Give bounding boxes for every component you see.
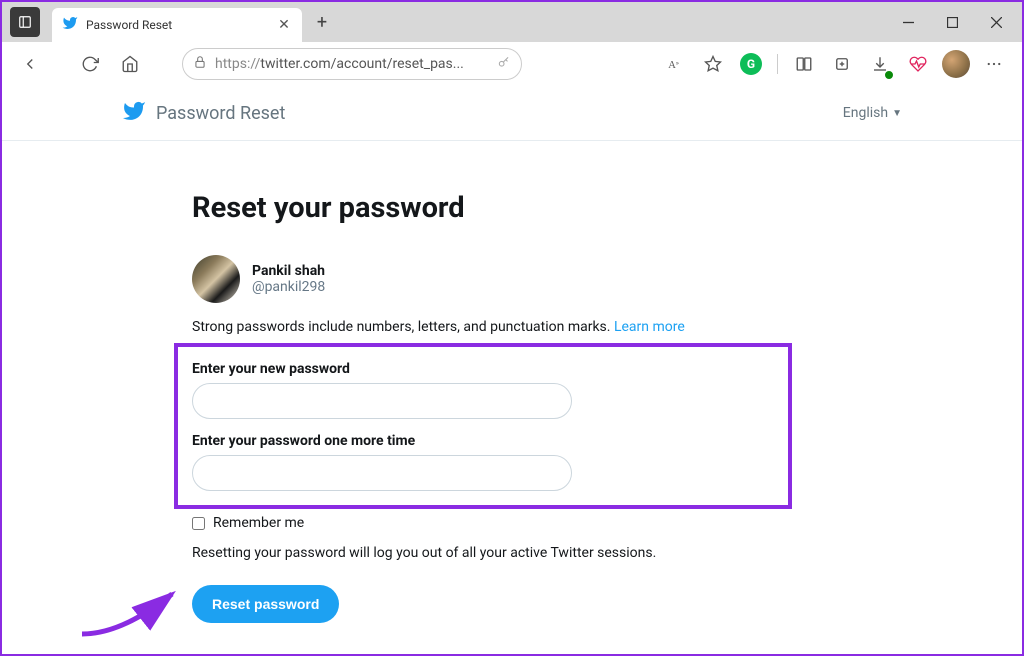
new-password-input[interactable]: [192, 383, 572, 419]
svg-text:»: »: [676, 58, 679, 66]
browser-tab-active[interactable]: Password Reset ✕: [52, 8, 302, 42]
user-handle: @pankil298: [252, 279, 325, 295]
read-aloud-button[interactable]: A»: [657, 46, 693, 82]
user-display-name: Pankil shah: [252, 263, 325, 279]
browser-toolbar: https://twitter.com/account/reset_pas...…: [2, 42, 1022, 86]
tab-title: Password Reset: [86, 18, 268, 32]
learn-more-link[interactable]: Learn more: [614, 319, 685, 335]
new-tab-button[interactable]: +: [306, 6, 338, 38]
annotation-arrow: [72, 574, 182, 644]
main-content: Reset your password Pankil shah @pankil2…: [192, 141, 832, 623]
favorites-button[interactable]: [695, 46, 731, 82]
new-password-label: Enter your new password: [192, 361, 774, 377]
user-avatar: [192, 255, 240, 303]
header-title: Password Reset: [156, 103, 285, 124]
confirm-password-input[interactable]: [192, 455, 572, 491]
session-note: Resetting your password will log you out…: [192, 545, 832, 561]
chevron-down-icon: ▼: [892, 108, 902, 119]
password-hint: Strong passwords include numbers, letter…: [192, 319, 832, 335]
key-icon[interactable]: [497, 54, 511, 73]
more-menu-button[interactable]: [976, 46, 1012, 82]
grammarly-icon[interactable]: G: [733, 46, 769, 82]
language-selector[interactable]: English ▼: [843, 105, 902, 121]
window-maximize-button[interactable]: [930, 6, 974, 38]
user-info: Pankil shah @pankil298: [192, 255, 832, 303]
health-icon[interactable]: [900, 46, 936, 82]
home-button[interactable]: [112, 46, 148, 82]
separator: [777, 54, 778, 74]
twitter-icon: [62, 15, 78, 35]
annotation-highlight: Enter your new password Enter your passw…: [174, 343, 792, 509]
lock-icon: [193, 54, 207, 73]
tab-actions-button[interactable]: [10, 7, 40, 37]
confirm-password-label: Enter your password one more time: [192, 433, 774, 449]
remember-me-label[interactable]: Remember me: [213, 515, 304, 531]
window-close-button[interactable]: [974, 6, 1018, 38]
url-text: https://twitter.com/account/reset_pas...: [215, 56, 489, 72]
address-bar[interactable]: https://twitter.com/account/reset_pas...: [182, 48, 522, 80]
collections-button[interactable]: [824, 46, 860, 82]
language-label: English: [843, 105, 888, 121]
tab-close-button[interactable]: ✕: [276, 17, 292, 33]
twitter-logo-icon[interactable]: [122, 99, 146, 127]
profile-avatar[interactable]: [938, 46, 974, 82]
page-heading: Reset your password: [192, 191, 832, 225]
split-screen-button[interactable]: [786, 46, 822, 82]
refresh-button[interactable]: [72, 46, 108, 82]
window-minimize-button[interactable]: [886, 6, 930, 38]
downloads-button[interactable]: [862, 46, 898, 82]
site-header: Password Reset English ▼: [2, 86, 1022, 141]
window-titlebar: Password Reset ✕ +: [2, 2, 1022, 42]
remember-me-checkbox[interactable]: [192, 517, 205, 530]
back-button[interactable]: [12, 46, 48, 82]
reset-password-button[interactable]: Reset password: [192, 585, 339, 623]
download-complete-badge: [884, 70, 894, 80]
